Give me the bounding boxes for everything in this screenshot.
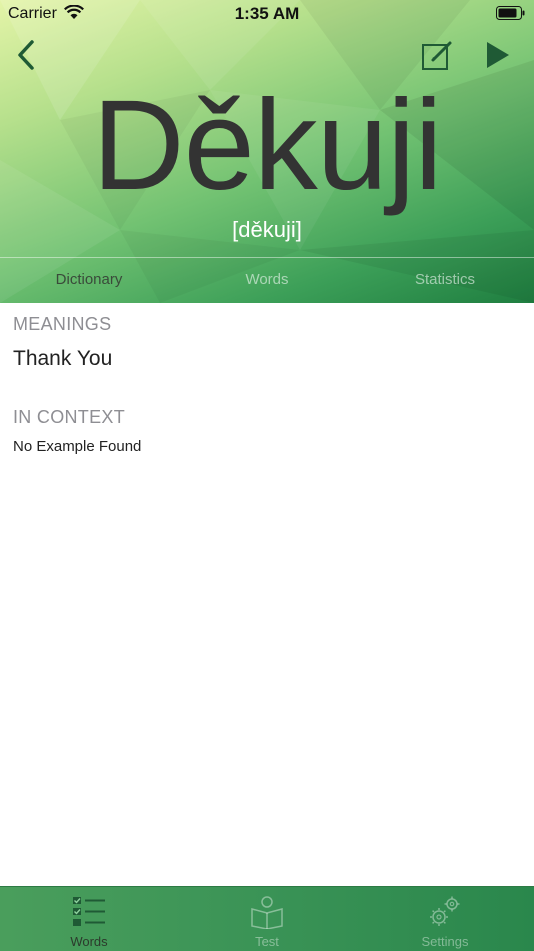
checklist-icon (73, 897, 105, 926)
bottom-tab-bar: Words Test Settings (0, 886, 534, 951)
tab-statistics[interactable]: Statistics (356, 258, 534, 303)
segment-tabs: Dictionary Words Statistics (0, 257, 534, 303)
in-context-title: IN CONTEXT (13, 407, 126, 427)
word-header: Carrier 1:35 AM Děkuji [děkuji] Dictiona… (0, 0, 534, 303)
tabbar-label-test: Test (255, 934, 279, 949)
book-reader-icon (251, 896, 283, 929)
meanings-title: MEANINGS (13, 314, 112, 334)
in-context-text: No Example Found (13, 438, 142, 455)
clock: 1:35 AM (234, 4, 300, 23)
battery-icon (496, 6, 525, 20)
edit-note-icon[interactable] (420, 38, 454, 72)
pronunciation: [děkuji] (232, 217, 302, 242)
gears-icon (430, 896, 460, 926)
play-icon[interactable] (484, 40, 512, 70)
status-bar: Carrier 1:35 AM (0, 0, 534, 28)
tab-dictionary[interactable]: Dictionary (0, 258, 178, 303)
tabbar-item-words[interactable]: Words (0, 887, 178, 951)
chevron-left-icon[interactable] (14, 38, 38, 72)
tab-words[interactable]: Words (178, 258, 356, 303)
meaning-item: Thank You (13, 347, 113, 370)
tabbar-label-words: Words (70, 934, 108, 949)
word-title: Děkuji (92, 74, 443, 217)
tabbar-item-test[interactable]: Test (178, 887, 356, 951)
tabbar-label-settings: Settings (421, 934, 469, 949)
tabbar-item-settings[interactable]: Settings (356, 887, 534, 951)
